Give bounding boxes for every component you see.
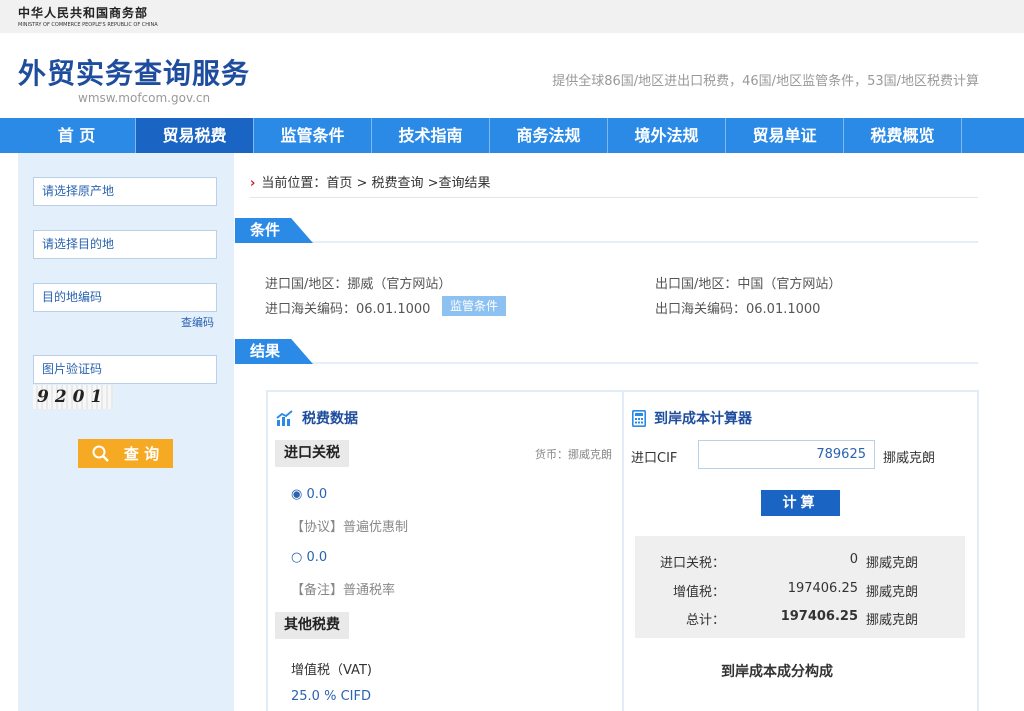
- other-tax-tag: 其他税费: [275, 612, 349, 639]
- nav-commerce-law[interactable]: 商务法规: [490, 118, 608, 153]
- cif-unit: 挪威克朗: [883, 451, 936, 466]
- ministry-logo[interactable]: 中华人民共和国商务部 MINISTRY OF COMMERCE PEOPLE'S…: [18, 4, 158, 28]
- tax-data-title: 税费数据: [276, 408, 358, 428]
- result-vat-label: 增值税：: [672, 585, 725, 600]
- vat-rate: 25.0 % CIFD: [291, 689, 371, 704]
- captcha-input[interactable]: 图片验证码: [33, 355, 217, 384]
- result-duty-label: 进口关税：: [659, 556, 725, 571]
- calculator-icon: [632, 409, 646, 427]
- result-total-label: 总计：: [685, 613, 725, 628]
- import-code: 进口海关编码：06.01.1000: [265, 302, 431, 317]
- export-country[interactable]: 出口国/地区：中国（官方网站）: [655, 273, 841, 292]
- nav-regulation[interactable]: 监管条件: [254, 118, 372, 153]
- result-vat-value: 197406.25: [787, 581, 858, 596]
- query-sidebar: 请选择原产地 请选择目的地 目的地编码 查编码 图片验证码 9201 查 询: [18, 153, 234, 711]
- vat-label: 增值税（VAT): [291, 663, 372, 678]
- lookup-code-link[interactable]: 查编码: [181, 314, 214, 330]
- nav-tax-overview[interactable]: 税费概览: [844, 118, 962, 153]
- result-duty-unit: 挪威克朗: [866, 556, 919, 571]
- currency-label: 货币：挪威克朗: [535, 448, 612, 461]
- main-nav: 首 页 贸易税费 监管条件 技术指南 商务法规 境外法规 贸易单证 税费概览: [0, 118, 1024, 153]
- import-country[interactable]: 进口国/地区：挪威（官方网站）: [265, 273, 451, 292]
- destination-select[interactable]: 请选择目的地: [33, 230, 217, 259]
- ministry-name-en: MINISTRY OF COMMERCE PEOPLE'S REPUBLIC O…: [18, 22, 158, 28]
- top-strip: 中华人民共和国商务部 MINISTRY OF COMMERCE PEOPLE'S…: [0, 0, 1024, 33]
- breadcrumb: › 当前位置：首页 > 税费查询 >查询结果: [250, 172, 978, 198]
- nav-home[interactable]: 首 页: [18, 118, 136, 153]
- result-total-unit: 挪威克朗: [866, 613, 919, 628]
- cif-input[interactable]: 789625: [698, 440, 875, 469]
- conditions-tag: 条件: [235, 218, 313, 243]
- result-duty-value: 0: [849, 552, 858, 567]
- query-button[interactable]: 查 询: [78, 439, 173, 468]
- panel-divider: [622, 390, 624, 711]
- results-divider: [235, 362, 978, 364]
- captcha-image[interactable]: 9201: [33, 385, 113, 409]
- conditions-divider: [235, 241, 978, 243]
- result-vat-unit: 挪威克朗: [866, 585, 919, 600]
- chart-trend-icon: [276, 410, 293, 426]
- cost-composition-title: 到岸成本成分构成: [721, 664, 833, 680]
- chevron-right-icon: ›: [250, 176, 256, 191]
- origin-select[interactable]: 请选择原产地: [33, 177, 217, 206]
- nav-foreign-law[interactable]: 境外法规: [608, 118, 726, 153]
- export-code: 出口海关编码：06.01.1000: [655, 302, 821, 317]
- destination-code-input[interactable]: 目的地编码: [33, 283, 217, 312]
- breadcrumb-text[interactable]: 当前位置：首页 > 税费查询 >查询结果: [261, 176, 490, 191]
- regulation-button[interactable]: 监管条件: [442, 296, 506, 316]
- rate-note-general: 【备注】普通税率: [291, 583, 396, 598]
- site-title[interactable]: 外贸实务查询服务: [18, 52, 250, 92]
- cif-label: 进口CIF: [631, 451, 678, 466]
- search-icon: [92, 445, 109, 462]
- calculator-title: 到岸成本计算器: [632, 408, 752, 428]
- site-description: 提供全球86国/地区进出口税费，46国/地区监管条件，53国/地区税费计算: [552, 74, 979, 89]
- rate-option-gsp[interactable]: ◉ 0.0: [291, 487, 327, 502]
- ministry-name-cn: 中华人民共和国商务部: [18, 6, 149, 20]
- nav-trade-docs[interactable]: 贸易单证: [726, 118, 844, 153]
- calculate-button[interactable]: 计算: [761, 490, 840, 516]
- results-tag: 结果: [235, 339, 313, 364]
- nav-tech-guide[interactable]: 技术指南: [372, 118, 490, 153]
- result-total-value: 197406.25: [780, 609, 858, 624]
- calculator-title-text: 到岸成本计算器: [654, 411, 752, 427]
- import-duty-tag: 进口关税: [275, 440, 349, 467]
- site-domain: wmsw.mofcom.gov.cn: [78, 91, 211, 105]
- rate-option-general[interactable]: ○ 0.0: [291, 550, 327, 565]
- query-button-label: 查 询: [123, 445, 160, 463]
- tax-data-title-text: 税费数据: [302, 411, 358, 427]
- nav-trade-tax[interactable]: 贸易税费: [136, 118, 254, 153]
- rate-note-gsp: 【协议】普遍优惠制: [291, 520, 409, 535]
